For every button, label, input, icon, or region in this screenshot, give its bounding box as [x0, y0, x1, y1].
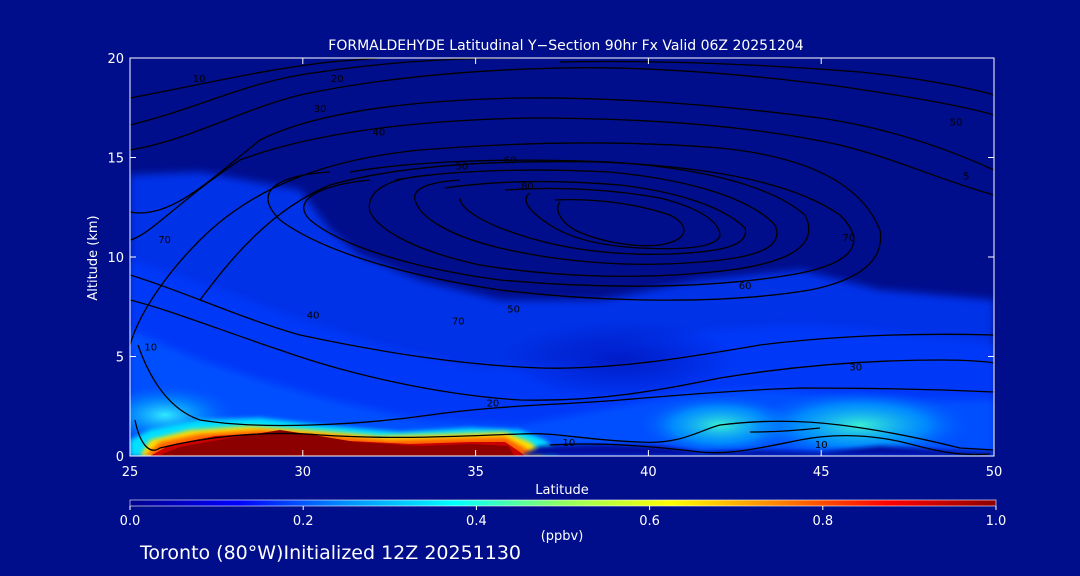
x-tick-label: 45	[813, 465, 830, 480]
contour-label: 40	[372, 128, 385, 139]
chart-title: FORMALDEHYDE Latitudinal Y−Section 90hr …	[328, 38, 804, 54]
contour-label: 10	[193, 74, 206, 85]
colorbar-tick-label: 0.6	[639, 514, 660, 529]
x-tick-label: 30	[295, 465, 312, 480]
x-tick-label: 35	[467, 465, 484, 480]
colorbar-tick-label: 1.0	[986, 514, 1007, 529]
contour-label: 70	[842, 233, 855, 244]
contour-label: 50	[950, 118, 963, 129]
contour-label: 60	[504, 155, 517, 166]
contour-label: 20	[487, 398, 500, 409]
colorbar: 0.0 0.2 0.4 0.6 0.8 1.0 (ppbv)	[120, 499, 1007, 544]
contour-label: 50	[455, 161, 468, 172]
field-dark-core	[500, 320, 740, 400]
x-tick-label: 50	[986, 465, 1003, 480]
colorbar-tick-label: 0.0	[120, 514, 141, 529]
contour-label: 40	[307, 311, 320, 322]
y-tick-label: 5	[116, 351, 124, 366]
x-axis-label: Latitude	[535, 483, 589, 498]
colorbar-tick-label: 0.2	[293, 514, 314, 529]
contour-label: 30	[314, 104, 327, 115]
contour-label: 80	[521, 181, 534, 192]
y-tick-label: 10	[107, 251, 124, 266]
x-tick-label: 40	[640, 465, 657, 480]
contour-label: 5	[963, 171, 969, 182]
contour-label: 70	[452, 317, 465, 328]
y-tick-label: 15	[107, 152, 124, 167]
contour-label: 10	[144, 343, 157, 354]
colorbar-units: (ppbv)	[541, 529, 584, 544]
x-tick-label: 25	[122, 465, 139, 480]
footer-location-text: Toronto (80°W)Initialized 12Z 20251130	[140, 542, 522, 564]
contour-label: 60	[739, 281, 752, 292]
concentration-field: 10 20 30 40 50 60 80 70 40 10 70 50 60 70 50 5 30 20 10 10	[130, 58, 994, 456]
chart: 10 20304050608070401070506070505302010 10 …	[86, 38, 1007, 544]
contour-label: 70	[158, 235, 171, 246]
contour-label: 30	[849, 362, 862, 373]
y-axis-label: Altitude (km)	[86, 215, 101, 300]
contour-label: 20	[331, 74, 344, 85]
y-tick-label: 0	[116, 450, 124, 465]
contour-label: 50	[507, 305, 520, 316]
contour-label: 10	[563, 438, 576, 449]
colorbar-ticks: 0.0 0.2 0.4 0.6 0.8 1.0	[120, 506, 1007, 529]
colorbar-tick-label: 0.4	[466, 514, 487, 529]
contour-label: 10	[815, 440, 828, 451]
colorbar-bar	[130, 500, 996, 506]
y-tick-label: 20	[107, 52, 124, 67]
colorbar-tick-label: 0.8	[812, 514, 833, 529]
